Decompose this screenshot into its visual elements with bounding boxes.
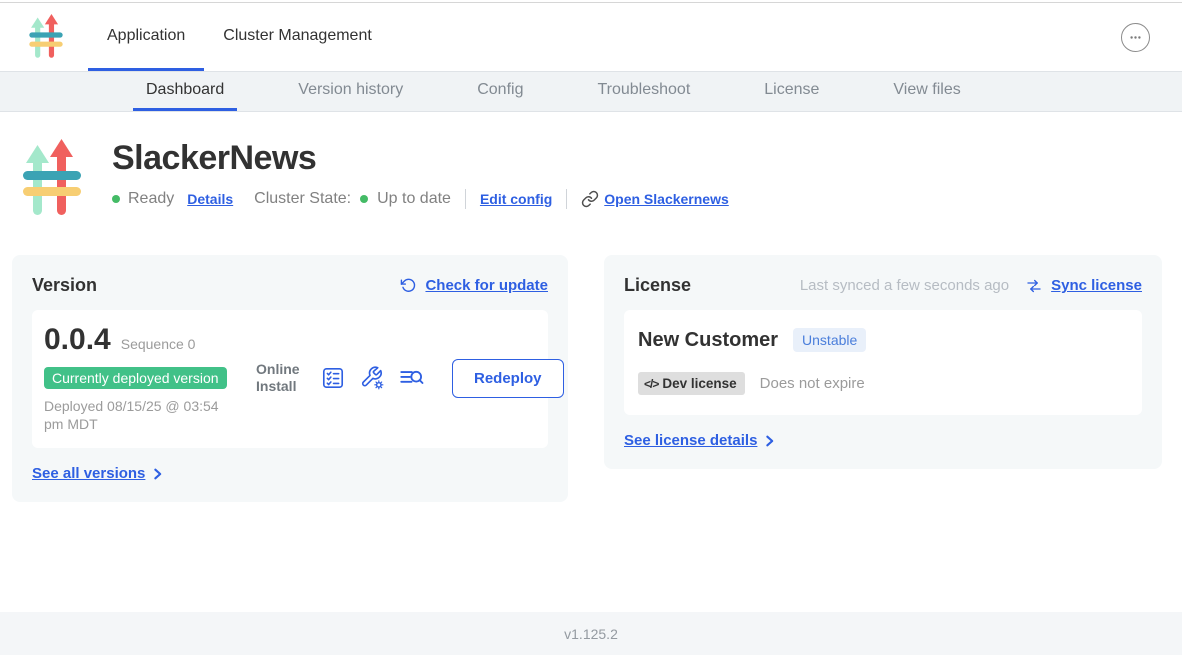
open-app-link[interactable]: Open Slackernews <box>581 190 729 208</box>
sync-license-group: Sync license <box>1025 277 1142 295</box>
app-header: Application Cluster Management <box>0 3 1182 71</box>
details-link[interactable]: Details <box>187 191 233 207</box>
overflow-menu-button[interactable] <box>1121 23 1150 52</box>
divider <box>566 189 567 209</box>
subnav-config-label: Config <box>477 81 523 99</box>
version-number-row: 0.0.4 Sequence 0 <box>44 323 256 357</box>
main-tabs: Application Cluster Management <box>88 3 391 71</box>
currently-deployed-badge: Currently deployed version <box>44 367 227 389</box>
chain-link-icon <box>581 190 599 208</box>
title-and-status: SlackerNews Ready Details Cluster State:… <box>112 139 729 219</box>
ready-status-dot <box>112 195 120 203</box>
app-logo-small <box>28 14 64 60</box>
refresh-ccw-icon <box>400 277 417 294</box>
see-all-versions-row: See all versions <box>32 465 548 482</box>
version-card-title: Version <box>32 275 97 296</box>
arrows-hash-logo-icon <box>22 139 82 219</box>
license-details-panel: New Customer Unstable </> Dev license Do… <box>624 310 1142 415</box>
subnav-license-label: License <box>764 81 819 99</box>
install-type-label: Online Install <box>256 361 310 396</box>
license-card-header: License Last synced a few seconds ago Sy… <box>624 275 1142 296</box>
see-license-details-link[interactable]: See license details <box>624 432 757 449</box>
tab-cluster-management[interactable]: Cluster Management <box>204 3 391 71</box>
view-logs-button[interactable] <box>398 365 424 391</box>
app-logo-large <box>22 139 82 219</box>
check-update-group: Check for update <box>400 277 548 294</box>
redeploy-button[interactable]: Redeploy <box>452 359 564 398</box>
cluster-status-dot <box>360 195 368 203</box>
dashboard-cards: Version Check for update 0.0.4 Sequence <box>12 255 1170 502</box>
chevron-right-icon <box>763 434 776 448</box>
version-number: 0.0.4 <box>44 323 111 357</box>
console-version-label: v1.125.2 <box>564 626 618 642</box>
version-card: Version Check for update 0.0.4 Sequence <box>12 255 568 502</box>
subnav-item-license[interactable]: License <box>751 72 832 111</box>
current-version-panel: 0.0.4 Sequence 0 Currently deployed vers… <box>32 310 548 448</box>
tab-application-label: Application <box>107 27 185 45</box>
dev-license-badge-label: Dev license <box>662 376 736 391</box>
check-for-update-link[interactable]: Check for update <box>425 277 548 294</box>
license-card-title: License <box>624 275 691 296</box>
cluster-state-value: Up to date <box>377 190 451 208</box>
license-type-row: </> Dev license Does not expire <box>638 372 1128 395</box>
code-icon: </> <box>644 377 658 391</box>
last-synced-label: Last synced a few seconds ago <box>800 277 1009 294</box>
sync-arrows-icon <box>1025 277 1043 295</box>
license-card: License Last synced a few seconds ago Sy… <box>604 255 1162 469</box>
deployed-timestamp: Deployed 08/15/25 @ 03:54 pm MDT <box>44 397 224 433</box>
subnav-item-config[interactable]: Config <box>464 72 536 111</box>
sync-license-link[interactable]: Sync license <box>1051 277 1142 294</box>
arrows-hash-logo-icon <box>28 14 64 60</box>
footer: v1.125.2 <box>0 612 1182 655</box>
dev-license-badge: </> Dev license <box>638 372 745 395</box>
subnav: Dashboard Version history Config Trouble… <box>0 71 1182 112</box>
expiry-label: Does not expire <box>760 375 865 392</box>
subnav-item-troubleshoot[interactable]: Troubleshoot <box>584 72 703 111</box>
customer-name: New Customer <box>638 329 778 352</box>
subnav-item-dashboard[interactable]: Dashboard <box>133 72 237 111</box>
subnav-dashboard-label: Dashboard <box>146 81 224 99</box>
chevron-right-icon <box>151 467 164 481</box>
ellipsis-icon <box>1127 29 1144 46</box>
customer-row: New Customer Unstable <box>638 328 1128 352</box>
see-license-details-row: See license details <box>624 432 1142 449</box>
version-info: 0.0.4 Sequence 0 Currently deployed vers… <box>44 323 256 433</box>
main-content: SlackerNews Ready Details Cluster State:… <box>0 112 1182 612</box>
ready-status-label: Ready <box>128 190 174 208</box>
cluster-state-label: Cluster State: <box>254 190 351 208</box>
subnav-troubleshoot-label: Troubleshoot <box>597 81 690 99</box>
version-card-header: Version Check for update <box>32 275 548 296</box>
edit-config-link[interactable]: Edit config <box>480 191 552 207</box>
lines-magnifier-icon <box>398 365 424 391</box>
subnav-version-history-label: Version history <box>298 81 403 99</box>
subnav-item-view-files[interactable]: View files <box>880 72 973 111</box>
sequence-label: Sequence 0 <box>121 336 196 352</box>
page: Application Cluster Management Dashboard… <box>0 0 1182 655</box>
open-app-link-label: Open Slackernews <box>604 191 729 207</box>
divider <box>465 189 466 209</box>
wrench-gear-icon <box>359 365 385 391</box>
subnav-view-files-label: View files <box>893 81 960 99</box>
checklist-icon <box>320 365 346 391</box>
subnav-item-version-history[interactable]: Version history <box>285 72 416 111</box>
status-row: Ready Details Cluster State: Up to date … <box>112 189 729 209</box>
page-title: SlackerNews <box>112 139 729 178</box>
app-title-block: SlackerNews Ready Details Cluster State:… <box>22 139 1182 219</box>
tab-cluster-management-label: Cluster Management <box>223 27 372 45</box>
configure-version-button[interactable] <box>359 365 385 391</box>
channel-badge: Unstable <box>793 328 866 352</box>
see-all-versions-link[interactable]: See all versions <box>32 465 145 482</box>
tab-application[interactable]: Application <box>88 3 204 71</box>
preflight-checks-button[interactable] <box>320 365 346 391</box>
version-actions: Redeploy <box>320 359 564 398</box>
